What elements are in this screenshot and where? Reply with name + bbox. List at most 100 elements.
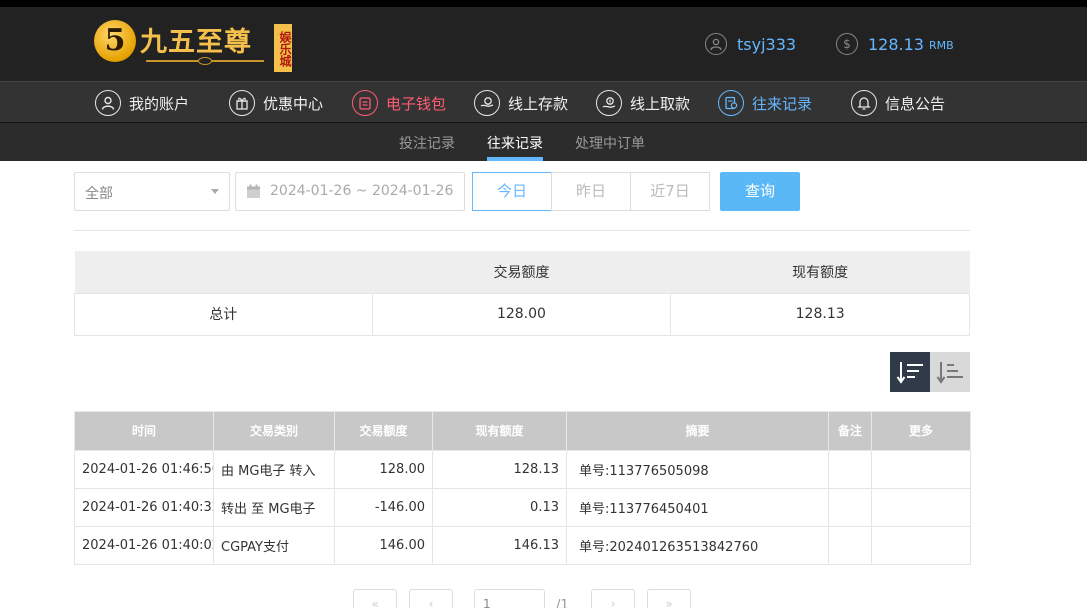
user-icon xyxy=(95,90,121,116)
cell-balance: 146.13 xyxy=(432,526,567,565)
nav-label: 线上取款 xyxy=(630,94,691,113)
cell-time: 2024-01-26 01:40:32 xyxy=(74,488,214,527)
cell-more[interactable] xyxy=(871,526,971,565)
cell-amount: 146.00 xyxy=(334,526,433,565)
first-page-button[interactable]: « xyxy=(353,589,397,608)
table-row: 2024-01-26 01:46:56 由 MG电子 转入 128.00 128… xyxy=(74,450,971,489)
type-select[interactable]: 全部 xyxy=(74,172,230,211)
next-page-button[interactable]: › xyxy=(591,589,635,608)
col-header-more: 更多 xyxy=(871,411,971,451)
sort-ascending-button[interactable] xyxy=(930,352,970,392)
summary-header xyxy=(74,251,373,293)
cell-more[interactable] xyxy=(871,450,971,489)
logo-text: 九五至尊 xyxy=(140,27,252,58)
sub-nav: 投注记录 往来记录 处理中订单 xyxy=(0,123,1087,161)
date-range-input[interactable]: 2024-01-26 ~ 2024-01-26 xyxy=(235,172,465,211)
summary-row: 总计 128.00 128.13 xyxy=(74,292,970,336)
cell-time: 2024-01-26 01:40:02 xyxy=(74,526,214,565)
table-row: 2024-01-26 01:40:32 转出 至 MG电子 -146.00 0.… xyxy=(74,488,971,527)
tab-pending-orders[interactable]: 处理中订单 xyxy=(575,133,645,153)
deposit-icon xyxy=(474,90,500,116)
col-header-time: 时间 xyxy=(74,411,214,451)
summary-table: 交易额度 现有额度 总计 128.00 128.13 xyxy=(74,251,970,336)
records-table: 时间 交易类别 交易额度 现有额度 摘要 备注 更多 2024-01-26 01… xyxy=(74,411,971,565)
sort-desc-icon xyxy=(896,362,923,384)
nav-label: 线上存款 xyxy=(508,94,569,113)
range-7days-button[interactable]: 近7日 xyxy=(630,172,710,211)
user-info[interactable]: tsyj333 xyxy=(705,32,796,56)
cell-summary: 单号:113776505098 xyxy=(566,450,829,489)
balance-info: $ 128.13 RMB xyxy=(836,32,954,56)
prev-page-button[interactable]: ‹ xyxy=(409,589,453,608)
query-button[interactable]: 查询 xyxy=(720,172,800,211)
cell-remark xyxy=(828,450,872,489)
user-icon xyxy=(705,33,727,55)
sort-asc-icon xyxy=(936,362,963,384)
cell-amount: -146.00 xyxy=(334,488,433,527)
main-nav: 我的账户 优惠中心 电子钱包 线上存款 线上取款 往来记录 信息公告 xyxy=(0,81,1087,123)
nav-label: 信息公告 xyxy=(885,94,946,113)
cell-type: 由 MG电子 转入 xyxy=(213,450,335,489)
cell-summary: 单号:202401263513842760 xyxy=(566,526,829,565)
header: 5 九五至尊 娱乐城 tsyj333 $ 128.13 RMB xyxy=(0,7,1087,81)
summary-label: 总计 xyxy=(74,292,373,336)
cell-amount: 128.00 xyxy=(334,450,433,489)
summary-header: 交易额度 xyxy=(372,251,671,293)
col-header-remark: 备注 xyxy=(828,411,872,451)
date-range-value: 2024-01-26 ~ 2024-01-26 xyxy=(270,183,454,199)
nav-announcements[interactable]: 信息公告 xyxy=(851,88,945,118)
nav-e-wallet[interactable]: 电子钱包 xyxy=(352,88,446,118)
dollar-icon: $ xyxy=(836,33,858,55)
nav-transaction-records[interactable]: 往来记录 xyxy=(718,88,812,118)
page-total: /1 xyxy=(556,598,569,608)
nav-label: 电子钱包 xyxy=(386,94,447,113)
nav-my-account[interactable]: 我的账户 xyxy=(95,88,189,118)
wallet-icon xyxy=(352,90,378,116)
summary-header-row: 交易额度 现有额度 xyxy=(74,251,970,293)
sort-descending-button[interactable] xyxy=(890,352,930,392)
page-number-input[interactable]: 1 xyxy=(474,589,545,608)
brand-logo[interactable]: 5 九五至尊 娱乐城 xyxy=(94,16,294,72)
last-page-button[interactable]: » xyxy=(647,589,691,608)
table-row: 2024-01-26 01:40:02 CGPAY支付 146.00 146.1… xyxy=(74,526,971,565)
nav-label: 我的账户 xyxy=(129,94,190,113)
cell-time: 2024-01-26 01:46:56 xyxy=(74,450,214,489)
col-header-summary: 摘要 xyxy=(566,411,829,451)
balance-value: 128.13 xyxy=(868,34,924,54)
col-header-type: 交易类别 xyxy=(213,411,335,451)
nav-label: 优惠中心 xyxy=(263,94,324,113)
cell-remark xyxy=(828,488,872,527)
range-today-button[interactable]: 今日 xyxy=(472,172,552,211)
col-header-amount: 交易额度 xyxy=(334,411,433,451)
divider xyxy=(74,230,970,231)
records-icon xyxy=(718,90,744,116)
logo-tag: 娱乐城 xyxy=(274,24,292,72)
cell-type: 转出 至 MG电子 xyxy=(213,488,335,527)
username: tsyj333 xyxy=(737,34,797,54)
withdraw-icon xyxy=(596,90,622,116)
cell-summary: 单号:113776450401 xyxy=(566,488,829,527)
summary-header: 现有额度 xyxy=(670,251,970,293)
top-strip xyxy=(0,0,1087,7)
records-header-row: 时间 交易类别 交易额度 现有额度 摘要 备注 更多 xyxy=(74,411,971,451)
calendar-icon xyxy=(246,184,261,199)
cell-more[interactable] xyxy=(871,488,971,527)
tab-bet-records[interactable]: 投注记录 xyxy=(399,133,455,153)
active-tab-indicator xyxy=(487,157,543,161)
double-chevron-left-icon: « xyxy=(371,597,379,608)
cell-balance: 0.13 xyxy=(432,488,567,527)
nav-label: 往来记录 xyxy=(752,94,813,113)
cell-type: CGPAY支付 xyxy=(213,526,335,565)
cell-balance: 128.13 xyxy=(432,450,567,489)
logo-badge: 5 xyxy=(94,20,136,62)
gift-icon xyxy=(229,90,255,116)
col-header-balance: 现有额度 xyxy=(432,411,567,451)
balance-currency: RMB xyxy=(928,39,954,52)
type-select-value: 全部 xyxy=(85,186,113,202)
nav-deposit[interactable]: 线上存款 xyxy=(474,88,568,118)
nav-promotions[interactable]: 优惠中心 xyxy=(229,88,323,118)
tab-transaction-records[interactable]: 往来记录 xyxy=(487,133,543,153)
range-yesterday-button[interactable]: 昨日 xyxy=(551,172,631,211)
summary-transaction-amount: 128.00 xyxy=(371,292,672,336)
nav-withdraw[interactable]: 线上取款 xyxy=(596,88,690,118)
